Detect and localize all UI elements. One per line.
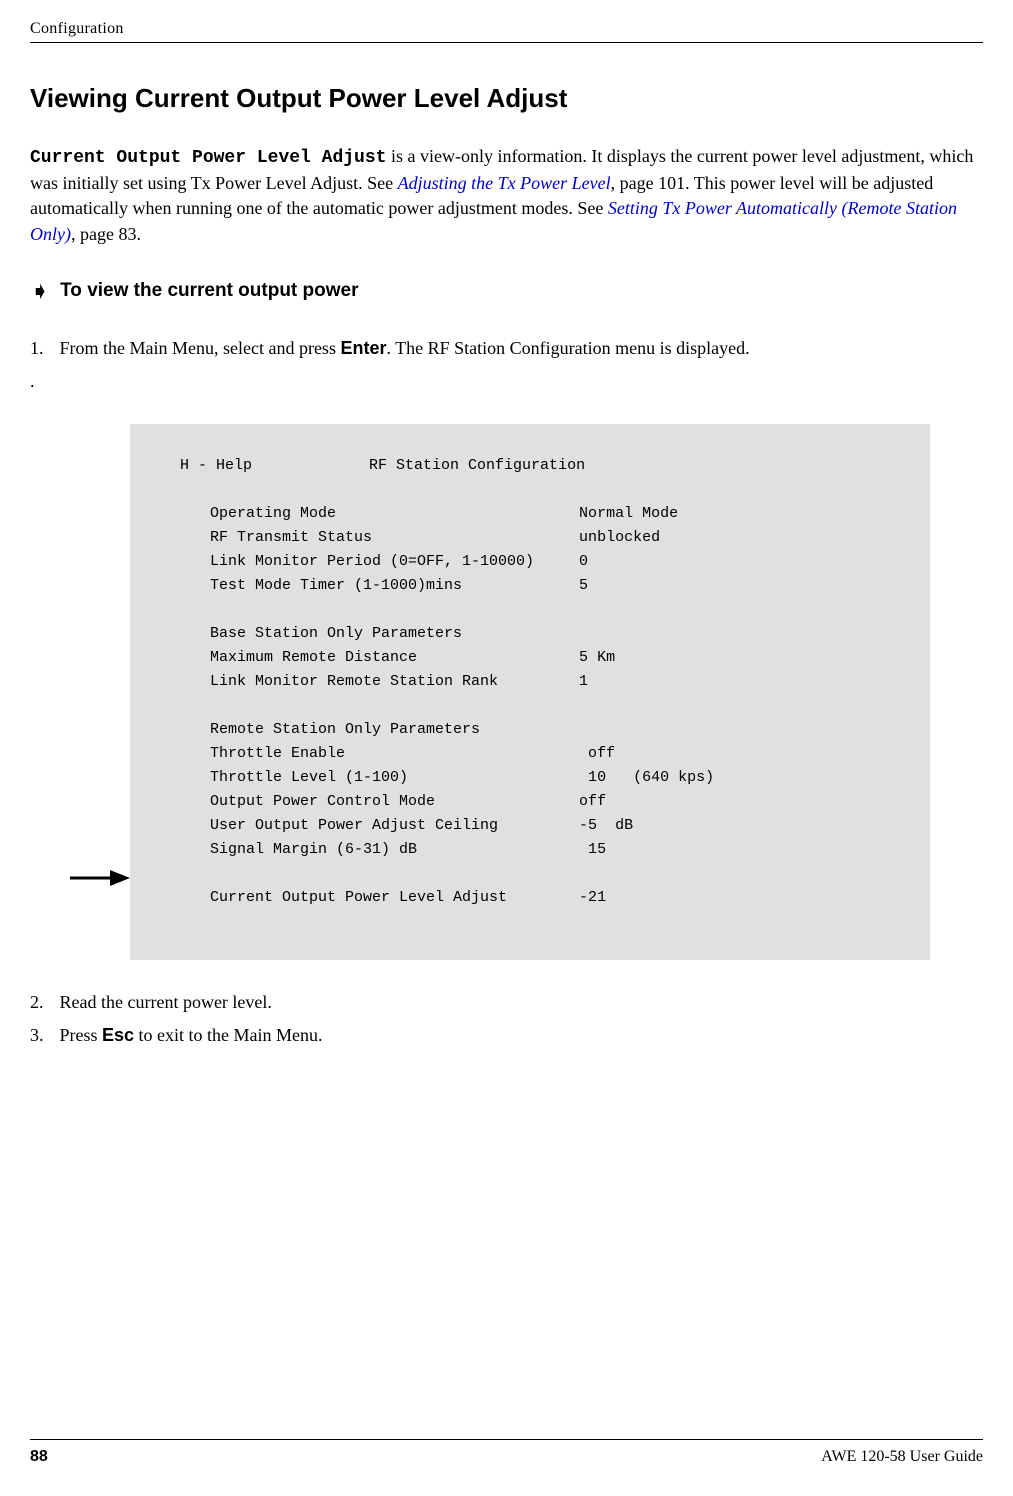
terminal-row: Output Power Control Mode off <box>150 790 910 814</box>
terminal-row: RF Transmit Status unblocked <box>150 526 910 550</box>
terminal-row-current-output: Current Output Power Level Adjust -21 <box>150 886 910 910</box>
code-label: Current Output Power Level Adjust <box>30 148 386 168</box>
terminal-row: Maximum Remote Distance 5 Km <box>150 646 910 670</box>
enter-key-label: Enter <box>340 338 386 358</box>
header-section: Configuration <box>30 20 983 38</box>
terminal-row: Base Station Only Parameters <box>150 622 910 646</box>
step-3-text-1: Press <box>60 1025 103 1045</box>
step-2: 2. Read the current power level. <box>30 990 983 1015</box>
terminal-row: Operating Mode Normal Mode <box>150 502 910 526</box>
terminal-row: Throttle Level (1-100) 10 (640 kps) <box>150 766 910 790</box>
esc-key-label: Esc <box>102 1025 134 1045</box>
step-1-text-1: From the Main Menu, select and press <box>60 338 341 358</box>
footer-divider <box>30 1439 983 1440</box>
terminal-row: User Output Power Adjust Ceiling -5 dB <box>150 814 910 838</box>
terminal-output: H - Help RF Station Configuration Operat… <box>130 424 930 960</box>
step-1-text-2: . The RF Station Configuration menu is d… <box>386 338 749 358</box>
terminal-row: Signal Margin (6-31) dB 15 <box>150 838 910 862</box>
step-1: 1. From the Main Menu, select and press … <box>30 336 983 361</box>
step-3: 3. Press Esc to exit to the Main Menu. <box>30 1023 983 1048</box>
step-1-number: 1. <box>30 336 55 361</box>
terminal-row: Link Monitor Remote Station Rank 1 <box>150 670 910 694</box>
intro-text-3: , page 83. <box>71 224 141 244</box>
footer-content: 88 AWE 120-58 User Guide <box>30 1448 983 1466</box>
terminal-spacer <box>150 694 910 718</box>
step-3-number: 3. <box>30 1023 55 1048</box>
step-2-number: 2. <box>30 990 55 1015</box>
footer: 88 AWE 120-58 User Guide <box>30 1439 983 1466</box>
terminal-spacer <box>150 862 910 886</box>
header-divider <box>30 42 983 43</box>
terminal-row: Throttle Enable off <box>150 742 910 766</box>
intro-paragraph: Current Output Power Level Adjust is a v… <box>30 144 983 247</box>
link-adjusting-tx-power[interactable]: Adjusting the Tx Power Level <box>398 173 611 193</box>
terminal-spacer <box>150 478 910 502</box>
dot-line: . <box>30 369 983 394</box>
page-number: 88 <box>30 1448 48 1466</box>
step-3-text-2: to exit to the Main Menu. <box>134 1025 322 1045</box>
arrow-right-icon: ➧ <box>30 277 50 306</box>
terminal-row: Link Monitor Period (0=OFF, 1-10000) 0 <box>150 550 910 574</box>
page-title: Viewing Current Output Power Level Adjus… <box>30 83 983 114</box>
subheading-row: ➧ To view the current output power <box>30 277 983 306</box>
terminal-row: Remote Station Only Parameters <box>150 718 910 742</box>
terminal-spacer <box>150 598 910 622</box>
pointer-arrow-icon <box>70 868 130 888</box>
terminal-title: H - Help RF Station Configuration <box>150 454 910 478</box>
subheading: To view the current output power <box>60 280 358 302</box>
step-2-text: Read the current power level. <box>60 992 272 1012</box>
guide-title: AWE 120-58 User Guide <box>821 1448 983 1466</box>
terminal-row: Test Mode Timer (1-1000)mins 5 <box>150 574 910 598</box>
